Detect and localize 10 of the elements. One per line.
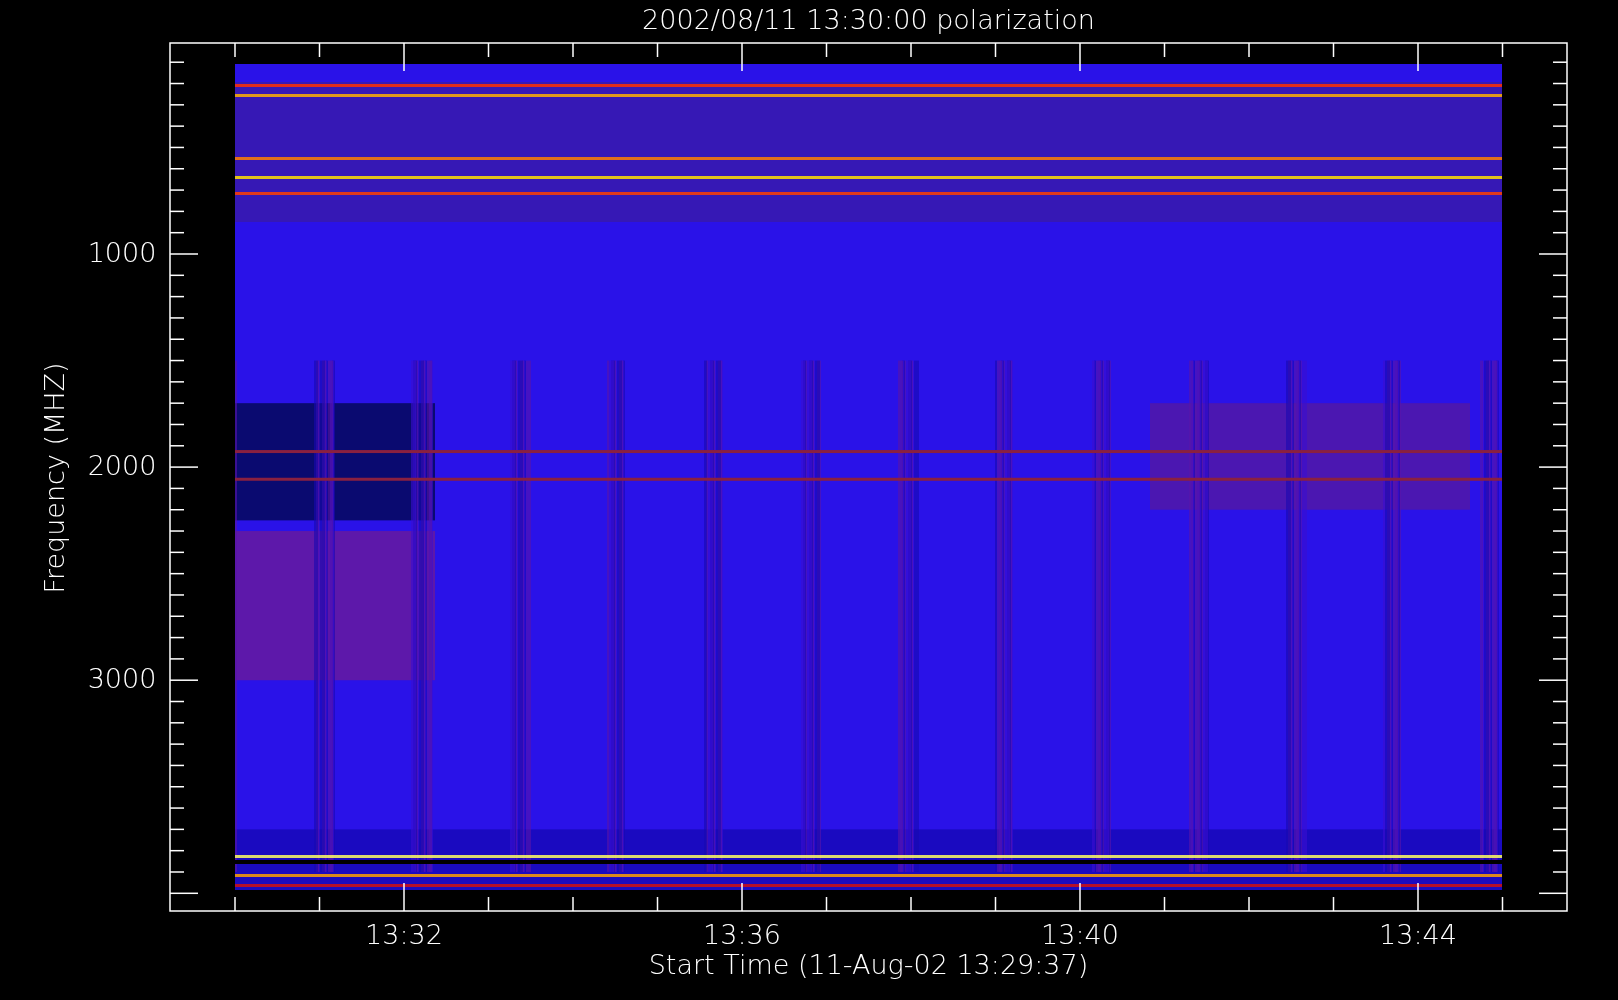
x-tick-label: 13:36: [703, 918, 781, 950]
x-tick-label: 13:44: [1379, 918, 1457, 950]
x-tick-label: 13:40: [1041, 918, 1119, 950]
y-tick-label: 1000: [87, 236, 157, 268]
y-axis-label: Frequency (MHZ): [38, 362, 70, 594]
y-tick-label: 2000: [87, 449, 157, 481]
x-tick-label: 13:32: [365, 918, 443, 950]
y-tick-label: 3000: [87, 662, 157, 694]
x-axis-label: Start Time (11-Aug-02 13:29:37): [648, 948, 1089, 980]
plot-title: 2002/08/11 13:30:00 polarization: [642, 3, 1095, 35]
